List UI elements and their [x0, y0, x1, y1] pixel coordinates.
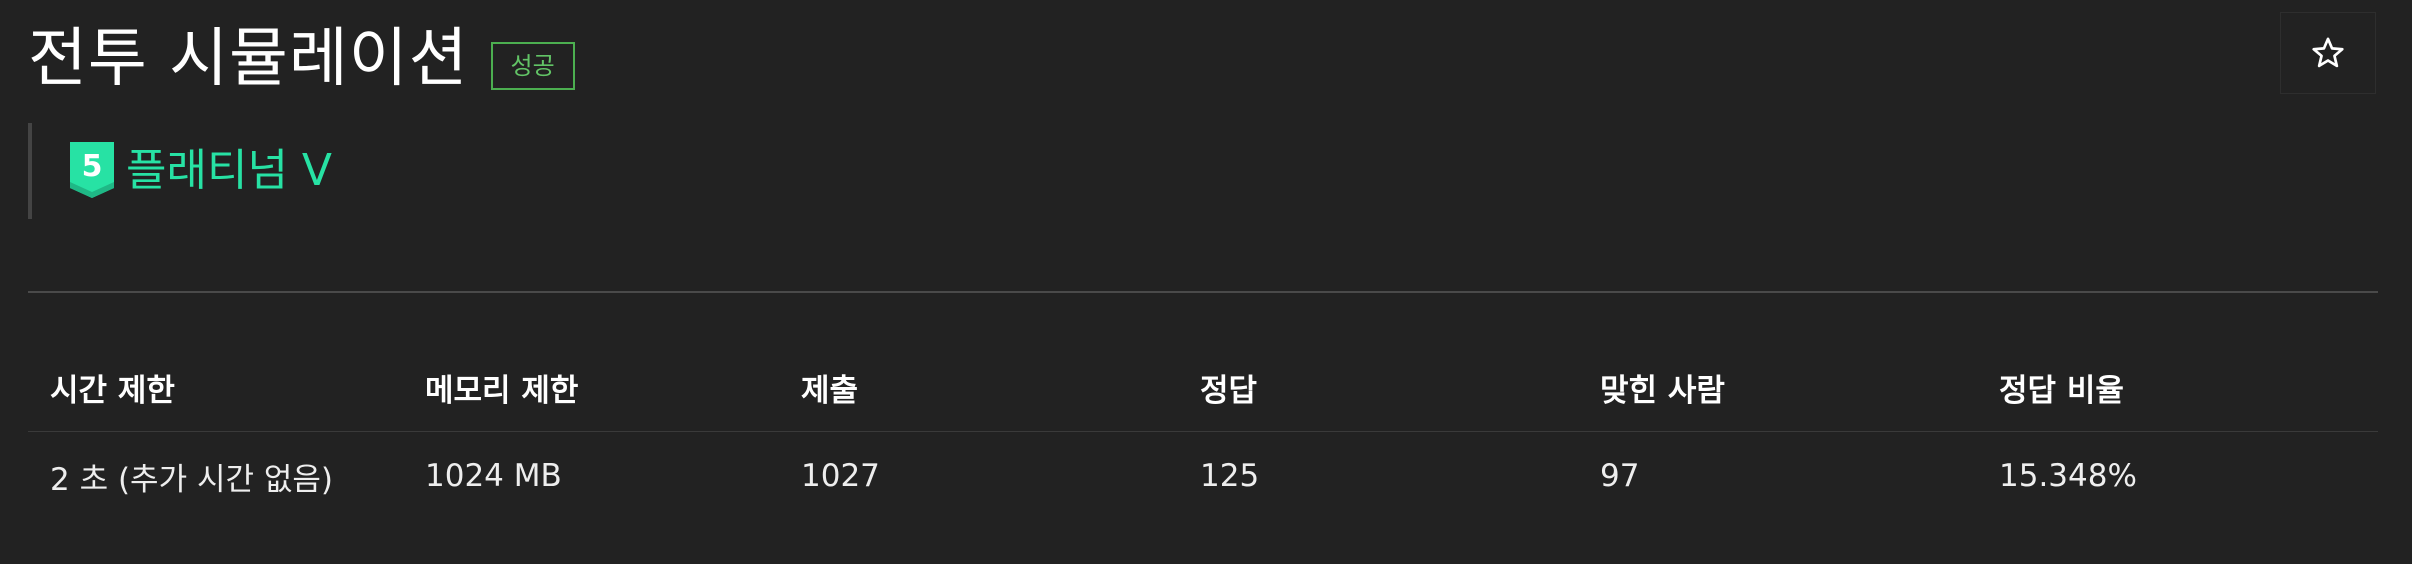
- tier-name: 플래티넘 V: [126, 145, 333, 196]
- divider: [28, 291, 2378, 293]
- tier-badge-icon: 5: [70, 142, 114, 198]
- value-accepted: 125: [1200, 458, 1260, 494]
- star-icon: [2312, 37, 2344, 68]
- header-accept-ratio: 정답 비율: [1999, 372, 2124, 409]
- value-accept-ratio: 15.348%: [1999, 458, 2137, 494]
- table-header-row: 시간 제한 메모리 제한 제출 정답 맞힌 사람 정답 비율: [28, 343, 2378, 432]
- value-solved-users: 97: [1600, 458, 1640, 494]
- header-accepted: 정답: [1200, 372, 1258, 409]
- value-memory-limit: 1024 MB: [425, 458, 562, 494]
- status-badge: 성공: [490, 42, 575, 90]
- header-time-limit: 시간 제한: [50, 372, 175, 409]
- title-row: 전투 시뮬레이션 성공: [28, 18, 575, 100]
- problem-info-table: 시간 제한 메모리 제한 제출 정답 맞힌 사람 정답 비율 2 초 (추가 시…: [28, 343, 2378, 520]
- value-submissions: 1027: [801, 458, 880, 494]
- header-memory-limit: 메모리 제한: [425, 372, 579, 409]
- table-row: 2 초 (추가 시간 없음) 1024 MB 1027 125 97 15.34…: [28, 432, 2378, 520]
- tier-block: 5 플래티넘 V: [28, 123, 332, 219]
- header-submissions: 제출: [801, 372, 859, 409]
- problem-page: 전투 시뮬레이션 성공 5 플래티넘 V 시간 제한 메모리 제한 제출 정답 …: [0, 0, 2412, 564]
- problem-title: 전투 시뮬레이션: [28, 22, 469, 96]
- tier-number: 5: [82, 149, 103, 184]
- value-time-limit: 2 초 (추가 시간 없음): [50, 461, 333, 498]
- favorite-star-button[interactable]: [2280, 12, 2376, 94]
- header-solved-users: 맞힌 사람: [1600, 372, 1725, 409]
